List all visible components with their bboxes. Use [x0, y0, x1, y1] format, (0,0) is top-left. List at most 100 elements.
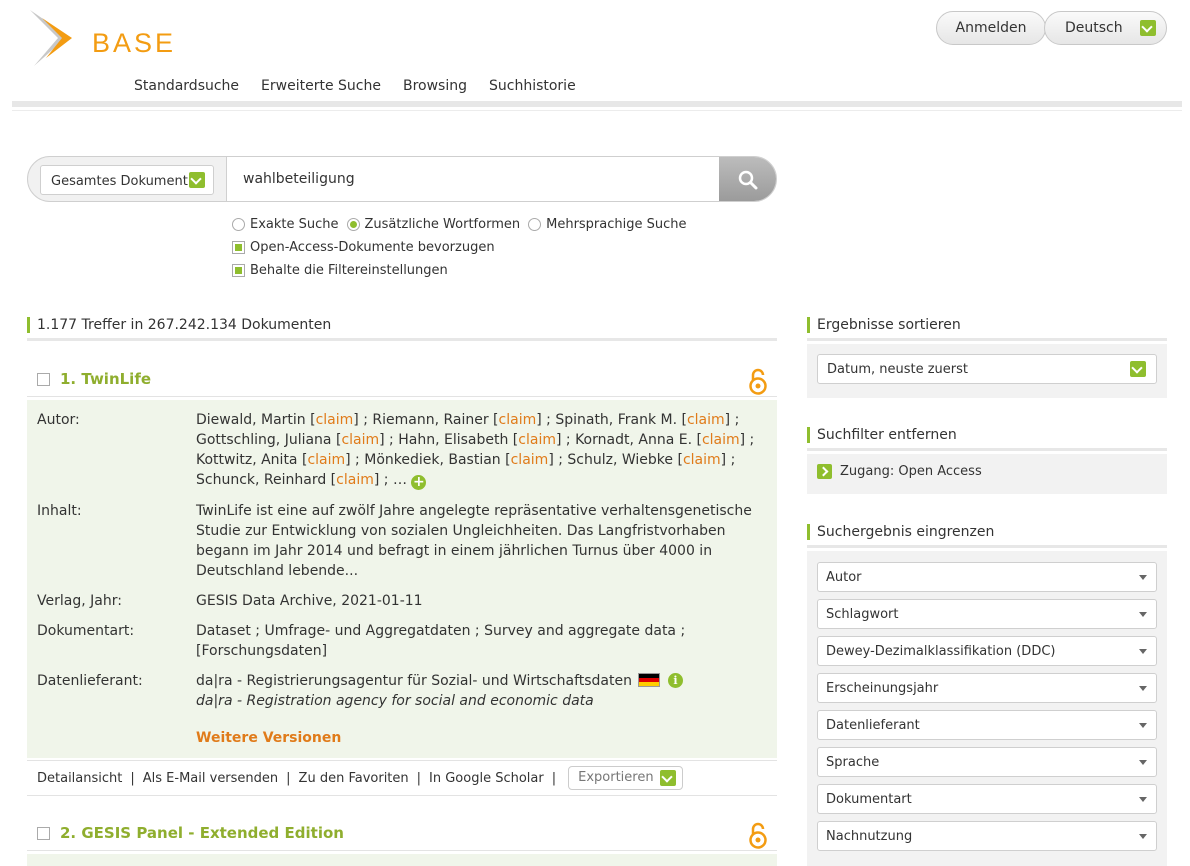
radio-additional[interactable] — [346, 218, 360, 231]
option-keep-filters[interactable]: Behalte die Filtereinstellungen — [232, 263, 448, 278]
facet-reuse[interactable]: Nachnutzung — [817, 821, 1157, 851]
option-exact[interactable]: Exakte Suche — [232, 217, 339, 232]
author-name[interactable]: Spinath, Frank M. — [555, 412, 677, 428]
facet-doctype[interactable]: Dokumentart — [817, 784, 1157, 814]
search-icon — [738, 170, 758, 190]
search-options: Exakte Suche Zusätzliche Wortformen Mehr… — [232, 213, 695, 282]
search-field-select[interactable]: Gesamtes Dokument — [40, 165, 214, 195]
claim-link[interactable]: claim — [518, 432, 556, 448]
content-text: TwinLife ist eine auf zwölf Jahre angele… — [196, 503, 752, 579]
login-button[interactable]: Anmelden — [936, 11, 1046, 45]
search-button[interactable] — [719, 157, 776, 201]
claim-link[interactable]: claim — [336, 472, 374, 488]
author-name[interactable]: Diewald, Martin — [196, 412, 306, 428]
doctype-value: Dataset ; Umfrage- und Aggregatdaten ; S… — [196, 623, 686, 659]
result-title-link-1[interactable]: 1. TwinLife — [60, 370, 151, 388]
radio-multilingual[interactable] — [528, 218, 542, 231]
sort-divider — [807, 338, 1167, 341]
nav-browsing[interactable]: Browsing — [403, 78, 467, 94]
base-logo[interactable]: BASE — [28, 8, 178, 68]
email-link[interactable]: Als E-Mail versenden — [143, 771, 278, 786]
content-label: Inhalt: — [37, 503, 82, 519]
result-title-link-2[interactable]: 2. GESIS Panel - Extended Edition — [60, 824, 344, 842]
results-count: 1.177 Treffer in 267.242.134 Dokumenten — [27, 317, 331, 333]
search-field-label: Gesamtes Dokument — [51, 174, 188, 189]
checkbox-prefer-oa[interactable] — [232, 241, 245, 254]
result-checkbox-1[interactable] — [37, 372, 50, 386]
facet-provider[interactable]: Datenlieferant — [817, 710, 1157, 740]
chevron-down-icon — [659, 770, 676, 786]
result-checkbox-2[interactable] — [37, 826, 50, 840]
provider-name: da|ra - Registrierungsagentur für Sozial… — [196, 673, 632, 689]
remove-filter-divider — [807, 448, 1167, 451]
result-title-divider — [27, 850, 777, 851]
radio-exact[interactable] — [232, 218, 245, 231]
chevron-down-icon — [1130, 361, 1146, 377]
claim-link[interactable]: claim — [687, 412, 725, 428]
author-name[interactable]: Mönkediek, Bastian — [364, 452, 500, 468]
sort-select[interactable]: Datum, neuste zuerst — [817, 354, 1157, 384]
claim-link[interactable]: claim — [683, 452, 721, 468]
open-access-icon — [749, 368, 767, 395]
claim-link[interactable]: claim — [499, 412, 537, 428]
option-multilingual[interactable]: Mehrsprachige Suche — [528, 217, 687, 232]
author-name[interactable]: Schunck, Reinhard — [196, 472, 326, 488]
facet-subject[interactable]: Schlagwort — [817, 599, 1157, 629]
author-name[interactable]: Schulz, Wiebke — [567, 452, 673, 468]
chevron-down-icon — [1140, 20, 1156, 36]
claim-link[interactable]: claim — [511, 452, 549, 468]
export-label: Exportieren — [578, 770, 654, 785]
author-name[interactable]: Kornadt, Anna E. — [575, 432, 692, 448]
results-divider — [27, 338, 777, 341]
claim-link[interactable]: claim — [316, 412, 354, 428]
facet-author[interactable]: Autor — [817, 562, 1157, 592]
author-name[interactable]: Kottwitz, Anita — [196, 452, 298, 468]
logo-text: BASE — [92, 28, 177, 58]
claim-link[interactable]: claim — [702, 432, 740, 448]
header-divider — [12, 101, 1182, 107]
facet-year[interactable]: Erscheinungsjahr — [817, 673, 1157, 703]
active-filter-box: Zugang: Open Access — [807, 454, 1167, 494]
nav-advanced-search[interactable]: Erweiterte Suche — [261, 78, 381, 94]
arrow-right-icon — [817, 464, 832, 479]
provider-name-en: da|ra - Registration agency for social a… — [196, 693, 594, 709]
claim-link[interactable]: claim — [307, 452, 345, 468]
active-filter-label: Zugang: Open Access — [840, 464, 982, 479]
detail-view-link[interactable]: Detailansicht — [37, 771, 122, 786]
search-input[interactable] — [226, 157, 720, 201]
open-access-icon — [749, 822, 767, 849]
header-divider-thin — [12, 110, 1182, 111]
sort-value: Datum, neuste zuerst — [827, 362, 968, 377]
author-name[interactable]: Hahn, Elisabeth — [398, 432, 508, 448]
result-details-1: Autor: Diewald, Martin [claim] ; Riemann… — [27, 400, 777, 758]
expand-authors-icon[interactable]: + — [411, 475, 427, 490]
result-title-2: 2. GESIS Panel - Extended Edition — [37, 824, 344, 842]
facet-language[interactable]: Sprache — [817, 747, 1157, 777]
main-nav: Standardsuche Erweiterte Suche Browsing … — [134, 78, 576, 94]
language-label: Deutsch — [1065, 20, 1123, 36]
publisher-label: Verlag, Jahr: — [37, 593, 122, 609]
facet-ddc[interactable]: Dewey-Dezimalklassifikation (DDC) — [817, 636, 1157, 666]
logo-chevron-icon — [30, 10, 72, 66]
option-prefer-oa[interactable]: Open-Access-Dokumente bevorzugen — [232, 240, 495, 255]
export-button[interactable]: Exportieren — [568, 766, 683, 790]
german-flag-icon — [637, 673, 660, 687]
nav-search-history[interactable]: Suchhistorie — [489, 78, 576, 94]
google-scholar-link[interactable]: In Google Scholar — [429, 771, 544, 786]
checkbox-keep-filters[interactable] — [232, 264, 245, 277]
refine-divider — [807, 545, 1167, 548]
author-name[interactable]: Gottschling, Juliana — [196, 432, 332, 448]
author-name[interactable]: Riemann, Rainer — [372, 412, 488, 428]
nav-standard-search[interactable]: Standardsuche — [134, 78, 239, 94]
sort-heading: Ergebnisse sortieren — [807, 317, 961, 333]
language-select[interactable]: Deutsch — [1044, 11, 1167, 45]
search-bar: Gesamtes Dokument — [27, 156, 777, 202]
info-icon[interactable]: i — [667, 673, 683, 688]
author-label: Autor: — [37, 412, 80, 428]
refine-heading: Suchergebnis eingrenzen — [807, 524, 994, 540]
claim-link[interactable]: claim — [341, 432, 379, 448]
option-additional[interactable]: Zusätzliche Wortformen — [346, 217, 520, 232]
favorites-link[interactable]: Zu den Favoriten — [299, 771, 409, 786]
more-versions-link[interactable]: Weitere Versionen — [196, 730, 341, 746]
active-filter[interactable]: Zugang: Open Access — [817, 464, 982, 479]
